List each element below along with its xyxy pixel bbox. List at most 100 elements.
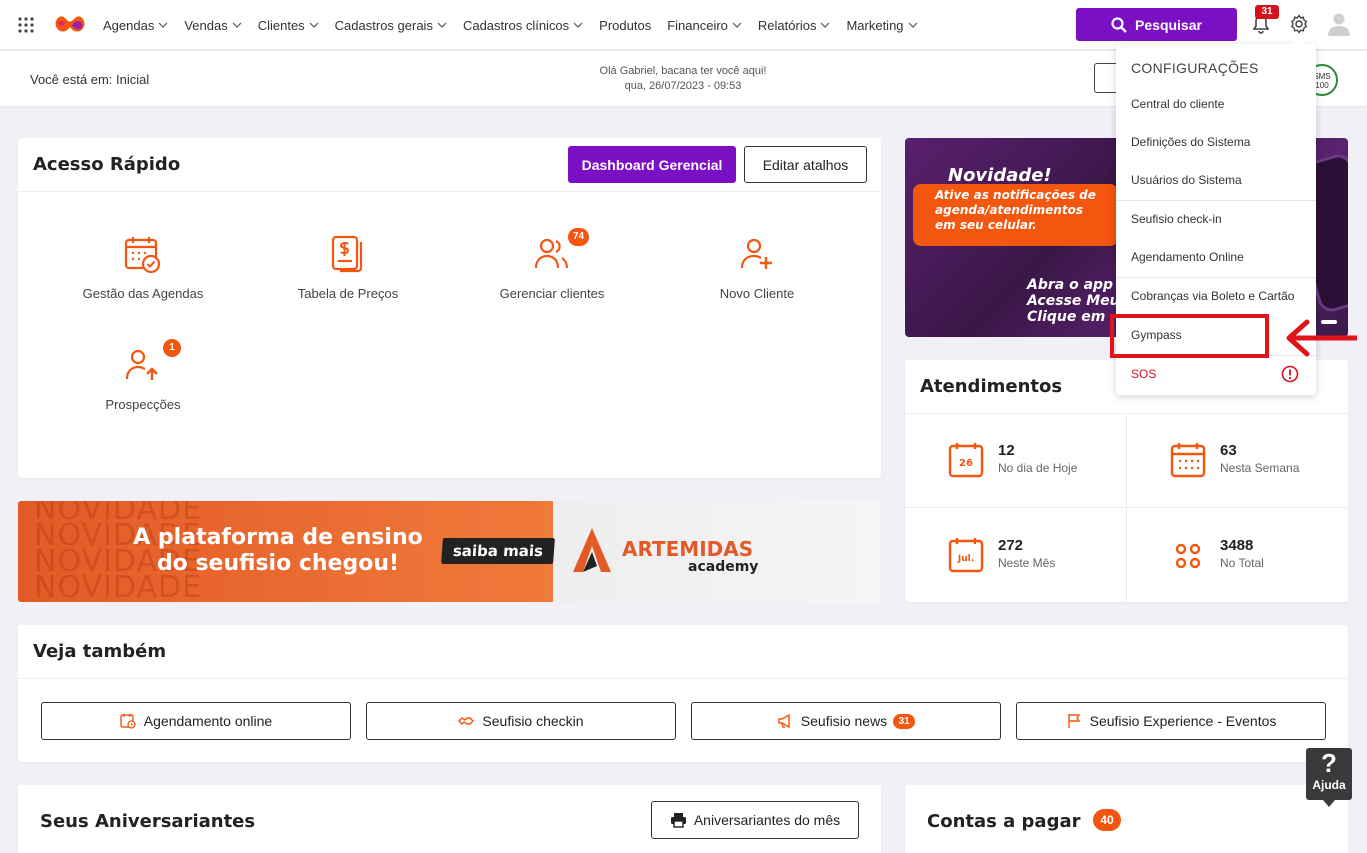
nav-cadastros-gerais[interactable]: Cadastros gerais	[335, 18, 447, 33]
stat-value: 3488	[1220, 537, 1254, 554]
help-button[interactable]: ? Ajuda	[1306, 748, 1352, 807]
calendar-check-icon	[124, 237, 161, 274]
notification-badge: 31	[1255, 5, 1279, 19]
calendar-day-icon: 26	[948, 443, 984, 478]
shortcut-label: Gestão das Agendas	[82, 286, 204, 301]
svg-text:26: 26	[959, 458, 973, 469]
artemidas-logo-icon	[573, 528, 611, 572]
shortcut-label: Novo Cliente	[719, 286, 795, 301]
greeting: Olá Gabriel, bacana ter você aqui! qua, …	[583, 64, 783, 94]
shortcut-novo-cliente[interactable]: Novo Cliente	[667, 234, 847, 301]
nav-marketing[interactable]: Marketing	[846, 18, 917, 33]
stat-semana: 63 Nesta Semana	[1170, 442, 1367, 482]
chevron-down-icon	[158, 22, 168, 28]
promo-saiba-mais-button[interactable]: saiba mais	[441, 538, 555, 564]
price-table-icon	[331, 235, 363, 273]
seufisio-logo-icon[interactable]	[54, 13, 86, 35]
gympass-highlight-box	[1110, 314, 1269, 358]
gear-icon[interactable]	[1289, 14, 1309, 34]
veja-tambem-title: Veja também	[33, 641, 167, 662]
search-button[interactable]: Pesquisar	[1076, 8, 1237, 41]
button-label: Seufisio news	[800, 713, 888, 729]
chevron-down-icon	[732, 22, 742, 28]
sos-label: SOS	[1131, 367, 1157, 381]
chevron-down-icon	[908, 22, 917, 28]
menu-item-usuarios-sistema[interactable]: Usuários do Sistema	[1116, 161, 1316, 199]
nav-vendas[interactable]: Vendas	[184, 18, 242, 33]
breadcrumb: Você está em: Inicial	[30, 72, 150, 87]
printer-icon	[670, 813, 686, 828]
quick-access-card: Acesso Rápido Dashboard Gerencial Editar…	[18, 138, 881, 478]
apps-grid-icon[interactable]	[18, 17, 34, 33]
agendamento-online-button[interactable]: Agendamento online	[41, 702, 351, 740]
stat-value: 272	[998, 537, 1024, 554]
news-badge: 31	[893, 713, 916, 729]
user-plus-icon	[740, 238, 772, 269]
divider	[18, 191, 881, 192]
stat-value: 63	[1220, 442, 1237, 459]
contas-a-pagar-card: Contas a pagar 40	[905, 785, 1348, 853]
stat-label: No Total	[1220, 556, 1264, 570]
nav-agendas[interactable]: Agendas	[103, 18, 168, 33]
button-label: Seufisio Experience - Eventos	[1089, 713, 1277, 729]
edit-shortcuts-button[interactable]: Editar atalhos	[744, 146, 867, 183]
stat-total: 3488 No Total	[1170, 537, 1367, 577]
seufisio-experience-button[interactable]: Seufisio Experience - Eventos	[1016, 702, 1326, 740]
svg-text:Jul.: Jul.	[957, 554, 974, 564]
shortcut-gerenciar-clientes[interactable]: Gerenciar clientes 74	[462, 228, 642, 301]
nav-produtos[interactable]: Produtos	[599, 18, 651, 33]
quick-access-title: Acesso Rápido	[33, 154, 181, 175]
menu-item-definicoes-sistema[interactable]: Definições do Sistema	[1116, 123, 1316, 161]
dashboard-gerencial-button[interactable]: Dashboard Gerencial	[568, 146, 736, 183]
shortcut-tabela-precos[interactable]: Tabela de Preços	[258, 234, 438, 301]
atendimentos-card: Atendimentos 26 12 No dia de Hoje 63 Nes…	[905, 360, 1348, 602]
stat-hoje: 26 12 No dia de Hoje	[948, 442, 1148, 482]
help-label: Ajuda	[1312, 778, 1346, 792]
stat-label: No dia de Hoje	[998, 461, 1078, 475]
red-arrow-icon	[1286, 319, 1357, 357]
promo-banner[interactable]: NOVIDADE NOVIDADE NOVIDADE NOVIDADE A plata…	[18, 501, 881, 602]
nav-relatorios[interactable]: Relatórios	[758, 18, 831, 33]
users-icon	[534, 238, 569, 269]
avatar-icon[interactable]	[1328, 12, 1350, 36]
search-button-label: Pesquisar	[1135, 16, 1202, 33]
menu-item-central-cliente[interactable]: Central do cliente	[1116, 85, 1316, 123]
nav-financeiro[interactable]: Financeiro	[667, 18, 742, 33]
shortcut-label: Tabela de Preços	[297, 286, 399, 301]
seufisio-checkin-button[interactable]: Seufisio checkin	[366, 702, 676, 740]
veja-tambem-card: Veja também Agendamento online Seufisio …	[18, 625, 1348, 762]
novidade-title: Novidade!	[948, 165, 1052, 186]
shortcut-label: Prospecções	[105, 397, 181, 412]
grid-icon	[1175, 543, 1201, 569]
nav-cadastros-clinicos[interactable]: Cadastros clínicos	[463, 18, 583, 33]
chevron-down-icon	[437, 22, 447, 28]
button-label: Agendamento online	[143, 713, 273, 729]
chevron-down-icon	[573, 22, 583, 28]
prospeccoes-badge: 1	[163, 339, 181, 357]
novidade-instructions: Abra o app Acesse Meu Clique em	[1027, 277, 1120, 325]
calendar-week-icon	[1170, 443, 1206, 478]
menu-item-cobrancas[interactable]: Cobranças via Boleto e Cartão	[1116, 277, 1316, 315]
shortcut-label: Gerenciar clientes	[499, 286, 605, 301]
promo-headline: A plataforma de ensino do seufisio chego…	[133, 525, 423, 576]
flag-icon	[1067, 714, 1080, 728]
stat-label: Neste Mês	[998, 556, 1056, 570]
stat-value: 12	[998, 442, 1015, 459]
menu-item-checkin[interactable]: Seufisio check-in	[1116, 200, 1316, 238]
menu-item-sos[interactable]: SOS	[1116, 355, 1316, 393]
megaphone-icon	[778, 713, 790, 729]
chevron-down-icon	[309, 22, 319, 28]
shortcut-prospeccoes[interactable]: Prospecções 1	[53, 339, 233, 412]
config-menu-title: CONFIGURAÇÕES	[1131, 60, 1259, 76]
stat-mes: Jul. 272 Neste Mês	[948, 537, 1148, 577]
aniversariantes-mes-button[interactable]: Aniversariantes do mês	[651, 801, 859, 839]
main-nav: Agendas Vendas Clientes Cadastros gerais…	[103, 0, 934, 50]
aniversariantes-title: Seus Aniversariantes	[40, 811, 256, 832]
contas-badge: 40	[1093, 809, 1121, 831]
shortcut-gestao-agendas[interactable]: Gestão das Agendas	[53, 234, 233, 301]
promo-brand-sub: academy	[688, 559, 759, 575]
nav-clientes[interactable]: Clientes	[258, 18, 319, 33]
button-label: Seufisio checkin	[482, 713, 584, 729]
menu-item-agendamento-online[interactable]: Agendamento Online	[1116, 238, 1316, 276]
seufisio-news-button[interactable]: Seufisio news 31	[691, 702, 1001, 740]
